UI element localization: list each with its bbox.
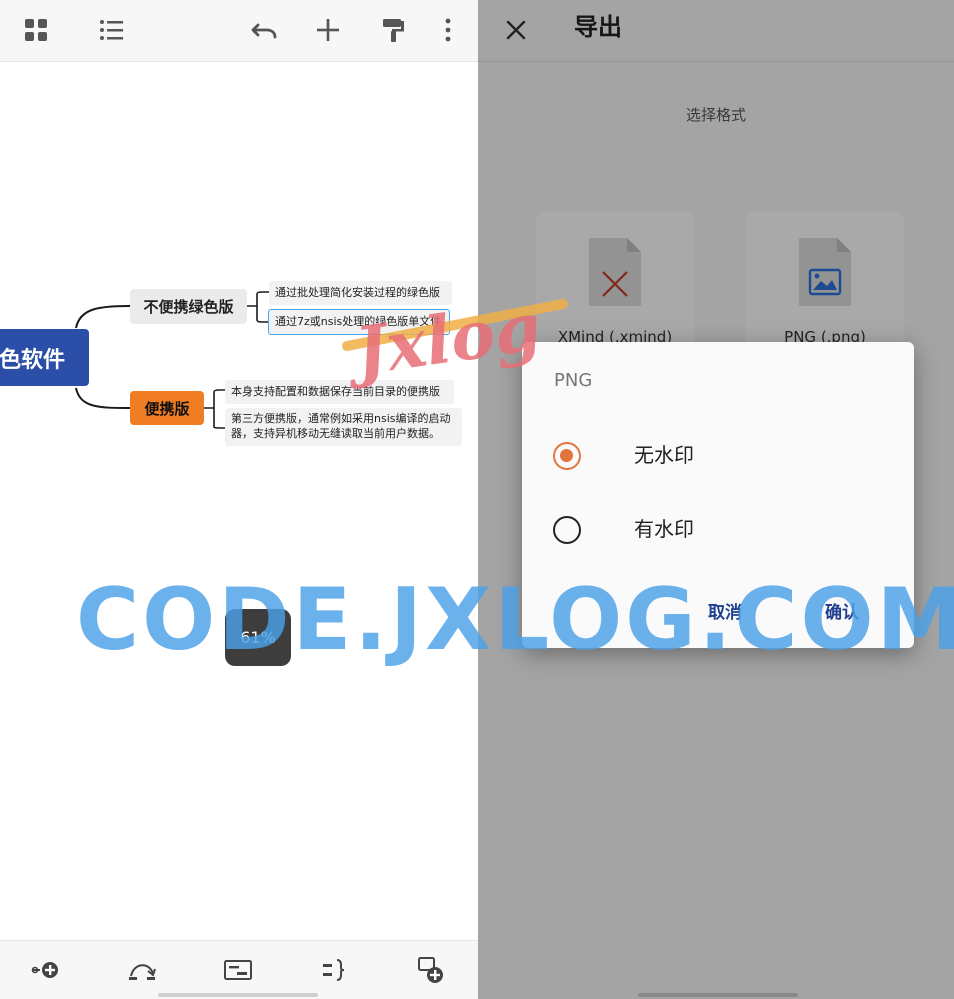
main-topic-label: 便携版 — [144, 399, 190, 418]
radio-unselected-icon[interactable] — [553, 516, 581, 544]
export-screen: 导出 选择格式 XMind (.xmind) PNG (.png) PNG 无水… — [478, 0, 954, 999]
site-url-watermark: CODE.JXLOG.COM — [76, 570, 954, 670]
mindmap-connectors — [75, 291, 269, 429]
undo-icon[interactable] — [244, 10, 284, 50]
main-topic-label: 不便携绿色版 — [143, 298, 234, 316]
home-indicator — [638, 993, 798, 997]
dialog-title: PNG — [554, 370, 593, 391]
mindmap-canvas[interactable]: 色软件 不便携绿色版 便携版 通过批处理简化安装过程的绿色版 通过7z或nsis… — [0, 62, 478, 940]
subtopic-batch-green[interactable]: 通过批处理简化安装过程的绿色版 — [269, 281, 452, 305]
more-options-icon[interactable] — [428, 10, 468, 50]
editor-bottom-toolbar — [0, 940, 478, 999]
central-topic-label: 色软件 — [0, 347, 65, 373]
main-topic-portable[interactable]: 便携版 — [130, 391, 204, 425]
home-indicator — [158, 993, 318, 997]
mindmap-editor-pane: 色软件 不便携绿色版 便携版 通过批处理简化安装过程的绿色版 通过7z或nsis… — [0, 0, 478, 999]
radio-selected-icon[interactable] — [553, 442, 581, 470]
main-topic-non-portable[interactable]: 不便携绿色版 — [130, 289, 247, 324]
subtopic-third-party-portable[interactable]: 第三方便携版，通常例如采用nsis编译的启动器，支持异机移动无缝读取当前用户数据… — [225, 408, 462, 446]
format-painter-icon[interactable] — [373, 10, 413, 50]
editor-top-toolbar — [0, 0, 478, 62]
central-topic[interactable]: 色软件 — [0, 329, 89, 386]
summary-icon[interactable] — [318, 953, 352, 987]
subtopic-self-portable[interactable]: 本身支持配置和数据保存当前目录的便携版 — [225, 380, 454, 404]
outline-list-icon[interactable] — [91, 10, 131, 50]
add-topic-icon[interactable] — [308, 10, 348, 50]
relationship-icon[interactable] — [125, 953, 159, 987]
add-subtopic-icon[interactable] — [29, 953, 63, 987]
option-label: 有水印 — [634, 517, 694, 541]
option-with-watermark[interactable]: 有水印 — [522, 500, 914, 560]
insert-topic-icon[interactable] — [414, 953, 448, 987]
option-label: 无水印 — [634, 443, 694, 467]
boundary-icon[interactable] — [221, 953, 255, 987]
grid-view-icon[interactable] — [16, 10, 56, 50]
option-no-watermark[interactable]: 无水印 — [522, 426, 914, 486]
